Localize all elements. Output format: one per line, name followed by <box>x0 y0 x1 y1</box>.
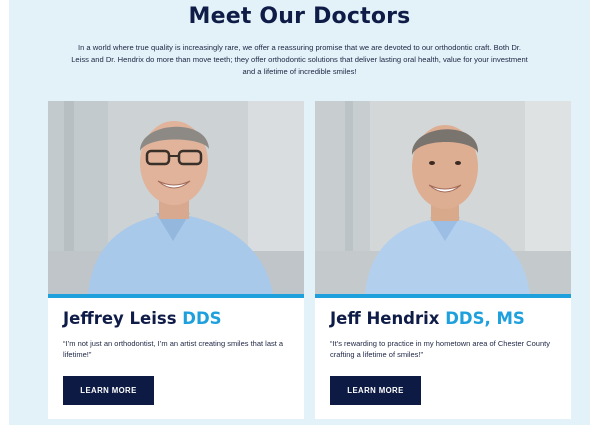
doctor-photo <box>315 101 571 294</box>
learn-more-button[interactable]: LEARN MORE <box>63 376 154 405</box>
accent-bar <box>315 294 571 298</box>
doctor-card-hendrix: Jeff Hendrix DDS, MS “It’s rewarding to … <box>315 101 571 419</box>
doctor-credentials: DDS, MS <box>445 309 525 328</box>
doctor-quote: “I’m not just an orthodontist, I’m an ar… <box>63 339 284 359</box>
doctor-credentials: DDS <box>182 309 222 328</box>
doctor-quote: “It’s rewarding to practice in my hometo… <box>330 339 550 359</box>
learn-more-button[interactable]: LEARN MORE <box>330 376 421 405</box>
accent-bar <box>48 294 304 298</box>
meet-our-doctors-section: Meet Our Doctors In a world where true q… <box>9 0 590 425</box>
doctor-name: Jeff Hendrix DDS, MS <box>330 309 525 328</box>
doctor-name: Jeffrey Leiss DDS <box>63 309 222 328</box>
doctor-name-text: Jeff Hendrix <box>330 309 440 328</box>
doctor-card-leiss: Jeffrey Leiss DDS “I’m not just an ortho… <box>48 101 304 419</box>
section-intro: In a world where true quality is increas… <box>71 43 528 76</box>
section-title: Meet Our Doctors <box>188 4 411 29</box>
doctor-photo <box>48 101 304 294</box>
doctor-name-text: Jeffrey Leiss <box>63 309 177 328</box>
